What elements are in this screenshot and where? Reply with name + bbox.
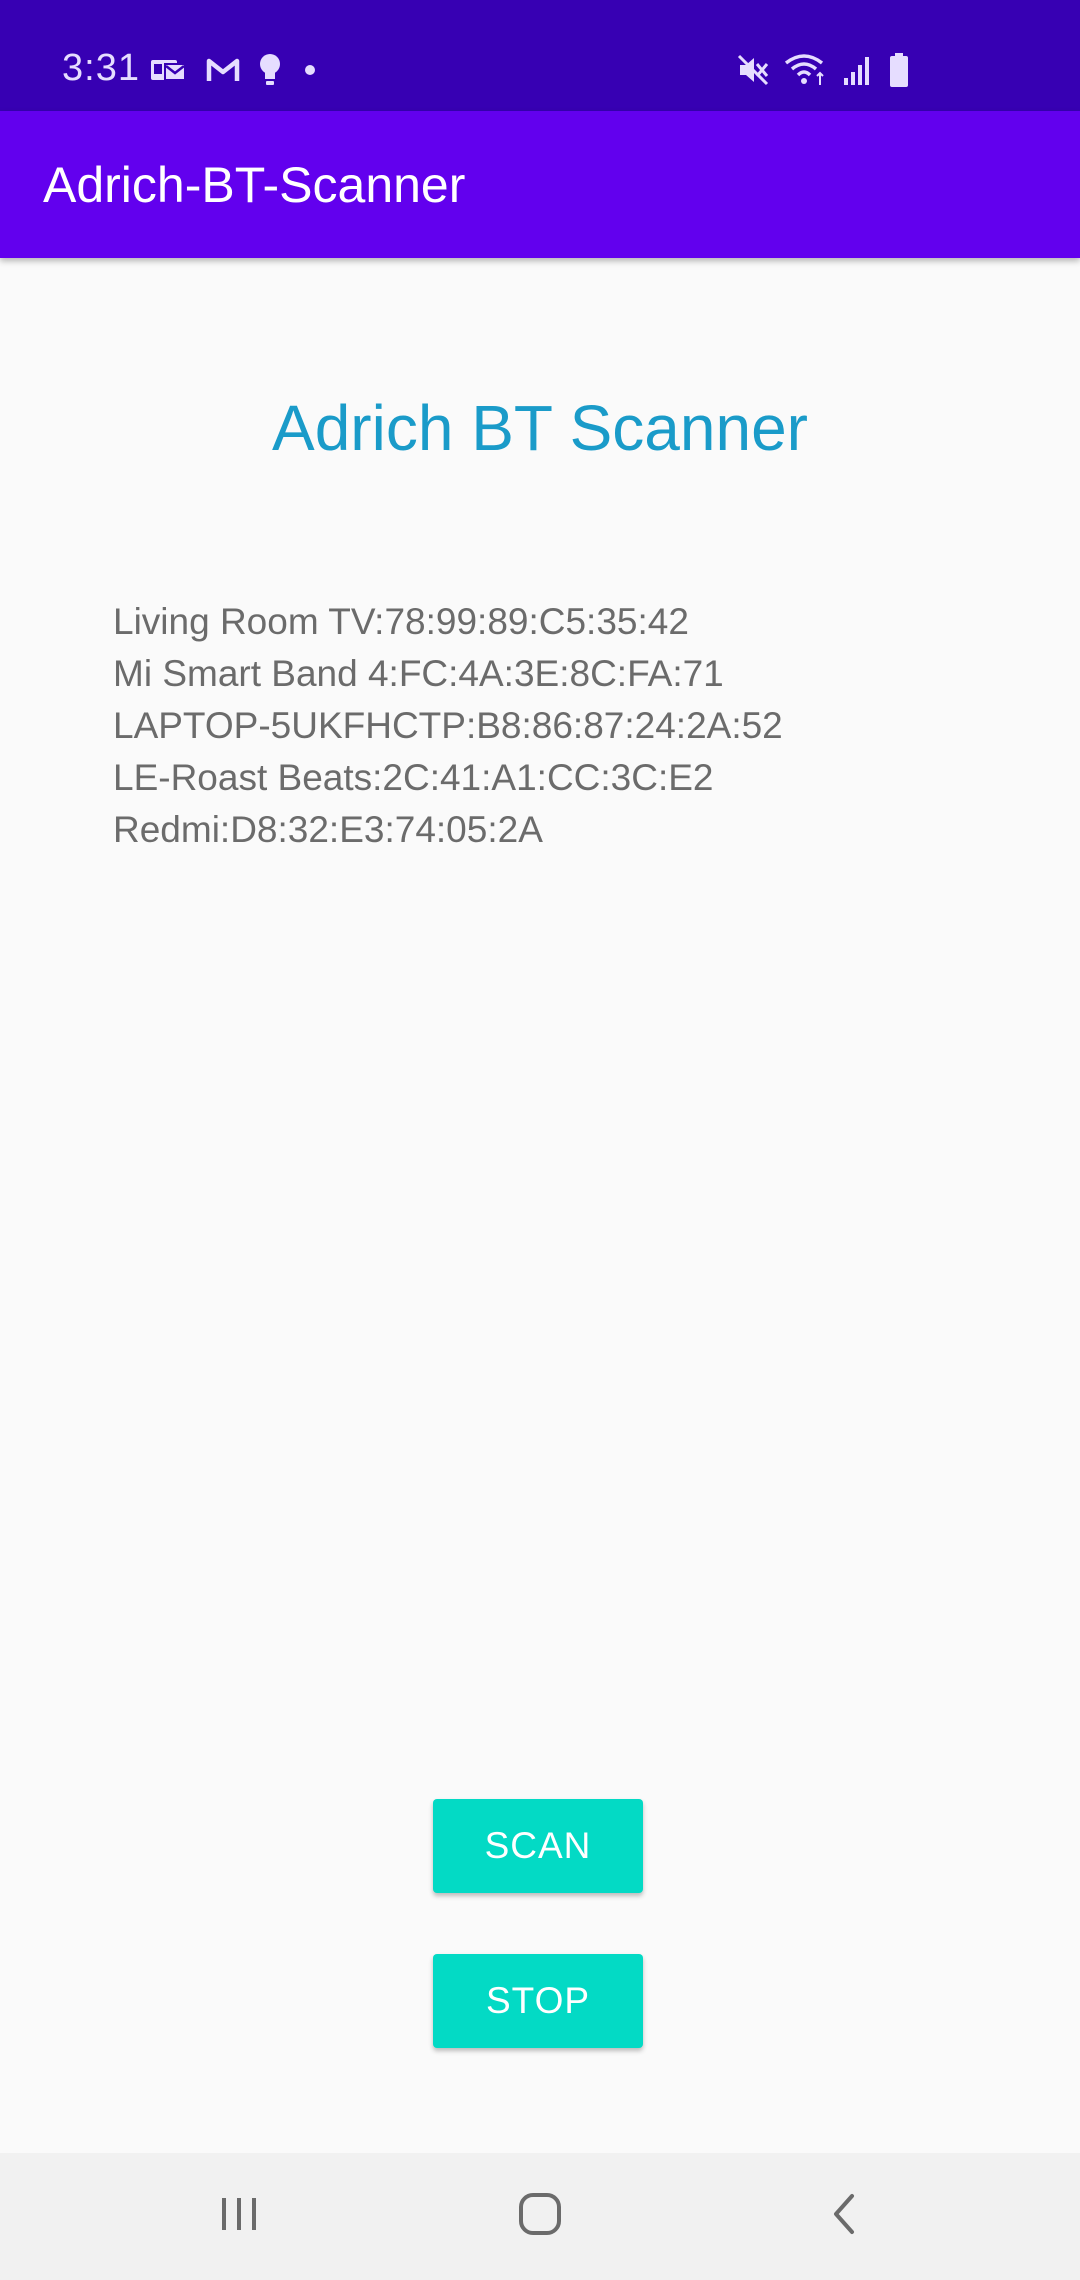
- navigation-bar: [0, 2153, 1080, 2280]
- recents-button[interactable]: [159, 2153, 319, 2280]
- bulb-icon: [258, 53, 282, 87]
- list-item: Mi Smart Band 4:FC:4A:3E:8C:FA:71: [113, 653, 724, 694]
- list-item: Redmi:D8:32:E3:74:05:2A: [113, 809, 543, 850]
- page-title: Adrich BT Scanner: [272, 392, 808, 464]
- home-button[interactable]: [460, 2153, 620, 2280]
- mute-icon: [736, 53, 770, 87]
- status-icons-left: [150, 50, 320, 90]
- wifi-icon: [784, 53, 828, 87]
- back-icon: [828, 2192, 858, 2241]
- device-list: Living Room TV:78:99:89:C5:35:42 Mi Smar…: [113, 596, 783, 856]
- scan-button[interactable]: SCAN: [433, 1799, 643, 1893]
- signal-icon: [842, 54, 874, 86]
- list-item: LE-Roast Beats:2C:41:A1:CC:3C:E2: [113, 757, 714, 798]
- list-item: LAPTOP-5UKFHCTP:B8:86:87:24:2A:52: [113, 705, 783, 746]
- dot-icon: [300, 60, 320, 80]
- status-time: 3:31: [62, 47, 140, 89]
- battery-icon: [888, 52, 910, 88]
- home-icon: [517, 2191, 563, 2242]
- app-title: Adrich-BT-Scanner: [43, 157, 466, 213]
- list-item: Living Room TV:78:99:89:C5:35:42: [113, 601, 689, 642]
- gmail-icon: [206, 56, 240, 84]
- back-button[interactable]: [763, 2153, 923, 2280]
- stop-button[interactable]: STOP: [433, 1954, 643, 2048]
- recents-icon: [217, 2194, 261, 2239]
- status-icons-right: [736, 48, 910, 92]
- app-bar: Adrich-BT-Scanner: [0, 111, 1080, 258]
- email-icon: [150, 55, 188, 85]
- status-bar: 3:31: [0, 0, 1080, 111]
